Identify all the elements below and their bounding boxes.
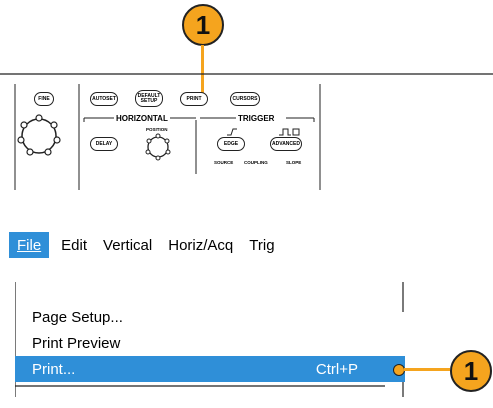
pulse-trigger-icon xyxy=(279,128,300,136)
cursors-button-label: CURSORS xyxy=(232,95,258,102)
print-button-label: PRINT xyxy=(186,95,202,102)
multipurpose-knob[interactable] xyxy=(16,113,62,159)
callout-number: 1 xyxy=(195,9,211,40)
cursors-button[interactable]: CURSORS xyxy=(230,92,260,106)
menu-file-label: File xyxy=(17,236,42,254)
print-button[interactable]: PRINT xyxy=(180,92,208,106)
callout-badge-bottom: 1 xyxy=(450,350,492,392)
menu-trig-label: Trig xyxy=(249,236,275,254)
callout-number: 1 xyxy=(463,355,479,386)
print-shortcut: Ctrl+P xyxy=(315,360,358,378)
menu-edit[interactable]: Edit xyxy=(53,232,95,258)
callout-leader-line-bottom xyxy=(404,368,450,371)
menu-bar: File Edit Vertical Horiz/Acq Trig xyxy=(0,226,350,264)
callout-badge-top: 1 xyxy=(182,4,224,46)
edge-button-label: EDGE xyxy=(223,140,239,147)
slope-label: SLOPE xyxy=(286,160,302,165)
horizontal-position-knob[interactable] xyxy=(143,132,173,162)
source-label: SOURCE xyxy=(214,160,234,165)
coupling-label: COUPLING xyxy=(244,160,268,165)
trigger-section-label: TRIGGER xyxy=(238,114,275,123)
advanced-button-label: ADVANCED xyxy=(272,140,300,147)
panel-outline xyxy=(0,73,493,190)
fine-button[interactable]: FINE xyxy=(34,92,54,106)
horizontal-section-label: HORIZONTAL xyxy=(116,114,168,123)
autoset-button[interactable]: AUTOSET xyxy=(90,92,118,106)
delay-button-label: DELAY xyxy=(95,140,113,147)
fine-button-label: FINE xyxy=(38,95,50,102)
print-label: Print... xyxy=(32,360,76,378)
menu-item-print[interactable]: Print... Ctrl+P xyxy=(15,356,405,382)
autoset-button-label: AUTOSET xyxy=(92,95,116,102)
default-setup-button-label: DEFAULT SETUP xyxy=(137,92,161,104)
menu-horiz-acq-label: Horiz/Acq xyxy=(168,236,234,254)
menu-item-print-preview[interactable]: Print Preview xyxy=(15,330,405,356)
default-setup-button[interactable]: DEFAULT SETUP xyxy=(135,90,163,107)
menu-horiz-acq[interactable]: Horiz/Acq xyxy=(160,232,241,258)
menu-trig[interactable]: Trig xyxy=(241,232,282,258)
file-menu-dropdown: Page Setup... Print Preview Print... Ctr… xyxy=(15,282,405,398)
edge-button[interactable]: EDGE xyxy=(217,137,245,151)
menu-vertical[interactable]: Vertical xyxy=(95,232,160,258)
page-setup-label: Page Setup... xyxy=(32,308,123,326)
oscilloscope-front-panel: FINE AUTOSET DEFAULT SETUP PRINT CURSORS… xyxy=(0,70,493,195)
print-preview-label: Print Preview xyxy=(32,334,121,352)
advanced-button[interactable]: ADVANCED xyxy=(270,137,302,151)
menu-item-page-setup[interactable]: Page Setup... xyxy=(15,304,405,330)
menu-edit-label: Edit xyxy=(61,236,88,254)
delay-button[interactable]: DELAY xyxy=(90,137,118,151)
menu-vertical-label: Vertical xyxy=(103,236,153,254)
menu-file[interactable]: File xyxy=(9,232,50,258)
edge-trigger-icon xyxy=(227,128,237,136)
